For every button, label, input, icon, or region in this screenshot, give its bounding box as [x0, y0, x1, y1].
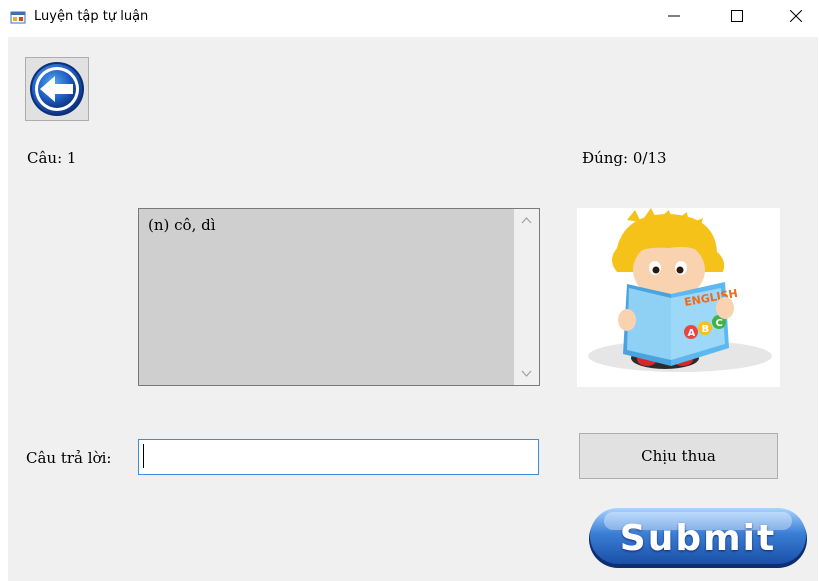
maximize-icon: [731, 10, 743, 22]
submit-label: Submit: [619, 517, 777, 559]
close-button[interactable]: [773, 0, 819, 32]
text-caret: [143, 444, 144, 468]
minimize-button[interactable]: [651, 0, 697, 32]
back-button[interactable]: [25, 57, 89, 121]
book-letter-a: A: [688, 328, 696, 339]
submit-button[interactable]: Submit: [586, 505, 810, 571]
title-bar: Luyện tập tự luận: [0, 0, 819, 37]
illustration-picture: ENGLISH A B C: [577, 208, 780, 387]
vertical-scrollbar[interactable]: [514, 209, 539, 385]
app-form-icon: [10, 11, 26, 24]
answer-input[interactable]: [138, 439, 539, 475]
window-title: Luyện tập tự luận: [34, 9, 149, 24]
answer-label: Câu trả lời:: [26, 449, 112, 467]
question-number-label: Câu: 1: [27, 149, 77, 167]
scroll-down-icon[interactable]: [521, 368, 532, 379]
minimize-icon: [668, 15, 680, 17]
question-text: (n) cô, dì: [148, 216, 216, 234]
book-letter-c: C: [716, 318, 723, 329]
child-reading-english-book-image: ENGLISH A B C: [588, 208, 772, 372]
book-letter-b: B: [702, 324, 710, 335]
give-up-button[interactable]: Chịu thua: [579, 433, 778, 479]
back-arrow-icon: [30, 62, 84, 116]
question-textbox[interactable]: (n) cô, dì: [138, 208, 540, 386]
close-icon: [790, 10, 802, 22]
form-client-area: Câu: 1 Đúng: 0/13 (n) cô, dì ENGLISH A B…: [8, 37, 818, 581]
scroll-up-icon[interactable]: [521, 215, 532, 226]
score-label: Đúng: 0/13: [582, 149, 667, 167]
maximize-button[interactable]: [714, 0, 760, 32]
